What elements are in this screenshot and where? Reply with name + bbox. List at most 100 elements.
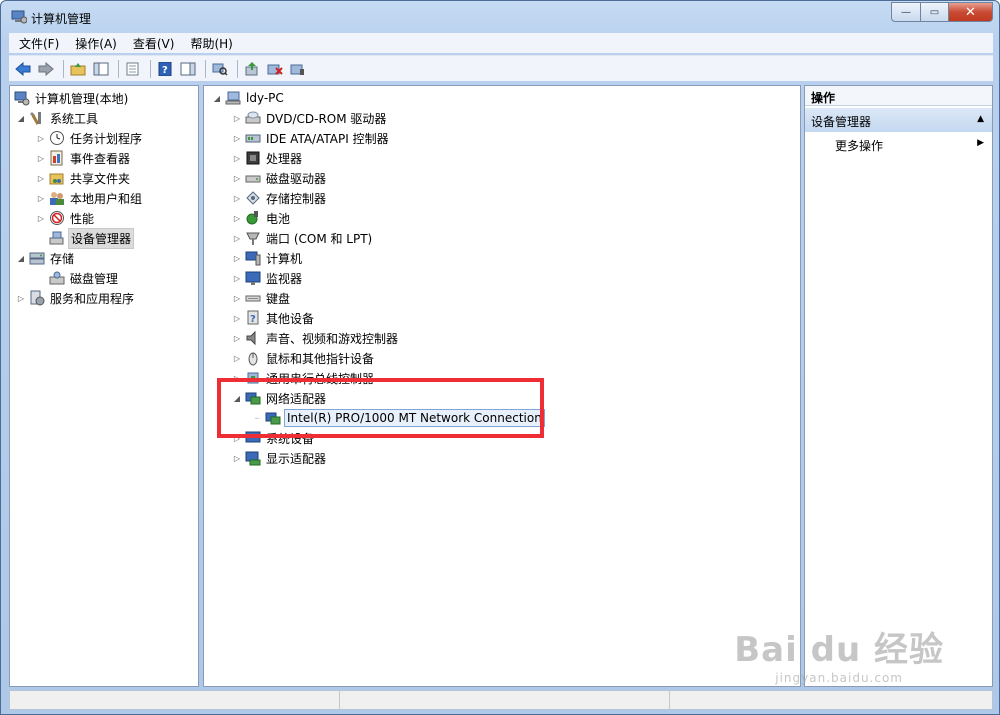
tree-label-system-tools: 系统工具 [50,111,99,126]
expand-icon[interactable]: ▷ [36,154,46,163]
status-cell [670,691,992,709]
up-folder-icon[interactable] [68,59,88,79]
device-node-root[interactable]: ◢ ldy-PC [212,88,286,108]
tree-node-storage[interactable]: ◢ 存储 [16,248,76,268]
back-arrow-icon[interactable] [13,59,33,79]
tree-label-disk-management: 磁盘管理 [70,271,119,286]
device-category[interactable]: ▷ 电池 [232,208,292,228]
storage-icon [29,250,45,266]
expand-icon[interactable]: ▷ [36,194,46,203]
minimize-button[interactable]: — [891,2,921,22]
submenu-arrow-icon: ▶ [977,138,984,148]
disable-device-icon[interactable] [288,59,308,79]
tree-label-event-viewer: 事件查看器 [70,151,131,166]
update-driver-icon[interactable] [242,59,262,79]
actions-section-device-manager[interactable]: 设备管理器 ▲ [805,108,992,132]
tree-label-shared-folders: 共享文件夹 [70,171,131,186]
watermark-url: jingyan.baidu.com [775,671,903,685]
title-bar[interactable]: 计算机管理 — ▭ ✕ [1,1,999,33]
expand-icon[interactable]: ▷ [232,134,242,143]
menu-help[interactable]: 帮助(H) [180,35,238,52]
uninstall-device-icon[interactable] [265,59,285,79]
device-category[interactable]: ▷ 端口 (COM 和 LPT) [232,228,374,248]
expand-icon[interactable]: ▷ [36,174,46,183]
actions-header: 操作 [805,86,992,106]
tree-node-root[interactable]: 计算机管理(本地) [14,88,130,108]
scan-hardware-icon[interactable] [210,59,230,79]
collapse-icon[interactable]: ◢ [16,114,26,123]
tree-node-local-users[interactable]: ▷ 本地用户和组 [36,188,144,208]
forward-arrow-icon[interactable] [36,59,56,79]
expand-icon[interactable]: ▷ [232,334,242,343]
collapse-icon[interactable]: ◢ [16,254,26,263]
device-category[interactable]: ▷ 计算机 [232,248,304,268]
expand-icon[interactable]: ▷ [36,134,46,143]
expand-icon[interactable]: ▷ [232,114,242,123]
device-category-label: 其他设备 [266,311,315,326]
show-action-pane-icon[interactable] [178,59,198,79]
expand-icon[interactable]: ▷ [232,234,242,243]
help-icon[interactable]: ? [155,59,175,79]
unknown-device-icon: ? [245,310,261,326]
collapse-up-icon[interactable]: ▲ [977,114,984,124]
tree-node-system-tools[interactable]: ◢ 系统工具 [16,108,100,128]
expand-icon[interactable]: ▷ [36,214,46,223]
expand-icon[interactable]: ▷ [16,294,26,303]
monitor-icon [245,270,261,286]
device-category-label: IDE ATA/ATAPI 控制器 [266,131,389,146]
device-category[interactable]: ▷ DVD/CD-ROM 驱动器 [232,108,388,128]
tree-node-device-manager[interactable]: 设备管理器 [49,227,135,249]
tree-label-task-scheduler: 任务计划程序 [70,131,143,146]
show-hide-console-tree-icon[interactable] [91,59,111,79]
expand-icon[interactable]: ▷ [232,314,242,323]
tree-node-shared-folders[interactable]: ▷ 共享文件夹 [36,168,132,188]
menu-view[interactable]: 查看(V) [123,35,181,52]
ide-controller-icon [245,130,261,146]
device-category[interactable]: ▷ IDE ATA/ATAPI 控制器 [232,128,391,148]
toolbar-separator [63,59,64,78]
collapse-icon[interactable]: ◢ [212,94,222,103]
device-category[interactable]: ▷ 声音、视频和游戏控制器 [232,328,400,348]
status-bar [9,690,993,710]
toolbar: ? [9,55,993,81]
menu-action[interactable]: 操作(A) [65,35,123,52]
device-category[interactable]: ▷ 监视器 [232,268,304,288]
tree-label-storage: 存储 [50,251,75,266]
expand-icon[interactable]: ▷ [232,194,242,203]
device-category[interactable]: ▷ 处理器 [232,148,304,168]
properties-icon[interactable] [123,59,143,79]
tree-node-services[interactable]: ▷ 服务和应用程序 [16,288,136,308]
expand-icon[interactable]: ▷ [232,454,242,463]
expand-icon[interactable]: ▷ [232,294,242,303]
menu-file[interactable]: 文件(F) [9,35,65,52]
device-category[interactable]: ▷ 键盘 [232,288,292,308]
tree-node-task-scheduler[interactable]: ▷ 任务计划程序 [36,128,144,148]
close-button[interactable]: ✕ [949,2,993,22]
computer-management-window: 计算机管理 — ▭ ✕ 文件(F) 操作(A) 查看(V) 帮助(H) ? 计算… [0,0,1000,715]
expand-icon[interactable]: ▷ [232,354,242,363]
expand-icon[interactable]: ▷ [232,154,242,163]
annotation-highlight-box [217,378,544,438]
processor-icon [245,150,261,166]
toolbar-separator [205,59,206,78]
expand-icon[interactable]: ▷ [232,274,242,283]
device-category-label: 存储控制器 [266,191,327,206]
expand-icon[interactable]: ▷ [232,214,242,223]
more-actions-item[interactable]: 更多操作 ▶ [805,134,992,154]
device-category[interactable]: ▷ 磁盘驱动器 [232,168,328,188]
device-category[interactable]: ▷ 显示适配器 [232,448,328,468]
device-category-label: 计算机 [266,251,303,266]
tree-node-disk-management[interactable]: 磁盘管理 [49,268,120,288]
more-actions-label: 更多操作 [835,139,884,153]
device-manager-icon [49,230,65,246]
tree-label-performance: 性能 [70,211,95,226]
performance-icon [49,210,65,226]
expand-icon[interactable]: ▷ [232,254,242,263]
device-category[interactable]: ▷ ? 其他设备 [232,308,316,328]
expand-icon[interactable]: ▷ [232,174,242,183]
tree-node-event-viewer[interactable]: ▷ 事件查看器 [36,148,132,168]
device-category[interactable]: ▷ 存储控制器 [232,188,328,208]
device-category[interactable]: ▷ 鼠标和其他指针设备 [232,348,376,368]
tree-node-performance[interactable]: ▷ 性能 [36,208,96,228]
maximize-button[interactable]: ▭ [921,2,949,22]
